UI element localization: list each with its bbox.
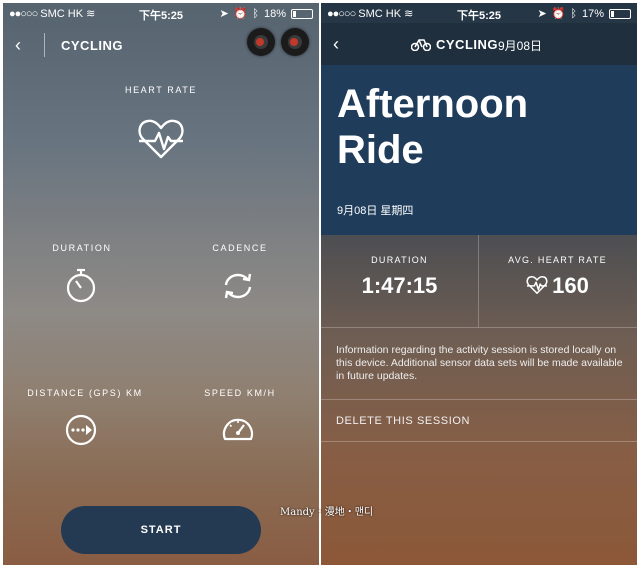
status-bar: ●●○○○ SMC HK ≋ 下午5:25 ➤ ⏰ ᛒ 18% — [3, 3, 319, 23]
status-bar: ●●○○○ SMC HK ≋ 下午5:25 ➤ ⏰ ᛒ 17% — [321, 3, 637, 23]
nav-bar: ‹ CYCLING 9月08日 — [321, 23, 637, 65]
speed-label: SPEED KM/H — [204, 388, 276, 398]
speedometer-icon — [222, 418, 254, 441]
location-icon: ➤ — [219, 8, 229, 20]
session-info-text: Information regarding the activity sessi… — [336, 344, 623, 382]
left-earbud-icon — [247, 28, 275, 56]
page-title: CYCLING — [61, 38, 123, 53]
battery-percent: 18% — [263, 7, 286, 20]
battery-percent: 17% — [581, 7, 604, 20]
session-title: Afternoon Ride — [337, 81, 627, 173]
duration-stat: DURATION 1:47:15 — [321, 235, 478, 327]
session-title-line1: Afternoon — [337, 82, 529, 126]
heart-rate-stat: AVG. HEART RATE 160 — [479, 235, 636, 327]
heart-rate-label: HEART RATE — [124, 85, 197, 95]
session-detail-screen: ●●○○○ SMC HK ≋ 下午5:25 ➤ ⏰ ᛒ 17% ‹ CYCLIN… — [321, 3, 637, 565]
location-icon: ➤ — [537, 8, 547, 20]
alarm-icon: ⏰ — [551, 8, 566, 20]
bicycle-icon — [411, 39, 431, 51]
cadence-label: CADENCE — [212, 243, 268, 253]
nav-bar: ‹ CYCLING — [3, 25, 319, 65]
avg-heart-rate-value: 160 — [552, 273, 589, 298]
section-divider — [321, 399, 637, 400]
right-earbud-icon — [281, 28, 309, 56]
distance-arrow-icon — [65, 414, 97, 446]
section-divider — [321, 441, 637, 442]
status-right: ➤ ⏰ ᛒ 18% — [219, 7, 313, 20]
avg-heart-rate-label: AVG. HEART RATE — [508, 255, 607, 265]
back-button[interactable]: ‹ — [333, 34, 339, 55]
cycling-setup-screen: ●●○○○ SMC HK ≋ 下午5:25 ➤ ⏰ ᛒ 18% ‹ CYCLIN… — [3, 3, 319, 565]
avg-heart-rate-row: 160 — [479, 273, 636, 299]
back-button[interactable]: ‹ — [15, 35, 21, 56]
bluetooth-icon: ᛒ — [570, 7, 577, 20]
session-type-title: CYCLING — [436, 37, 498, 52]
stats-row: DURATION 1:47:15 AVG. HEART RATE 160 — [321, 235, 637, 327]
bluetooth-icon: ᛒ — [252, 7, 259, 20]
duration-label: DURATION — [371, 255, 428, 265]
heart-rate-icon — [138, 119, 184, 159]
session-full-date: 9月08日 星期四 — [337, 205, 414, 217]
earbuds-status[interactable] — [247, 28, 309, 56]
start-button[interactable]: START — [61, 506, 261, 554]
battery-icon — [291, 8, 313, 19]
status-right: ➤ ⏰ ᛒ 17% — [537, 7, 631, 20]
duration-value: 1:47:15 — [361, 273, 438, 298]
refresh-cycle-icon — [224, 273, 252, 299]
delete-session-button[interactable]: DELETE THIS SESSION — [336, 415, 470, 427]
session-date: 9月08日 — [498, 39, 543, 53]
battery-icon — [609, 8, 631, 19]
watermark: Mandy・漫地・맨디 — [280, 507, 374, 518]
distance-label: DISTANCE (GPS) KM — [27, 388, 143, 398]
alarm-icon: ⏰ — [233, 8, 248, 20]
section-divider — [321, 327, 637, 328]
duration-label: DURATION — [52, 243, 112, 253]
nav-divider — [44, 33, 45, 57]
heart-rate-icon — [526, 275, 548, 294]
session-title-line2: Ride — [337, 128, 424, 172]
stopwatch-icon — [66, 268, 96, 303]
